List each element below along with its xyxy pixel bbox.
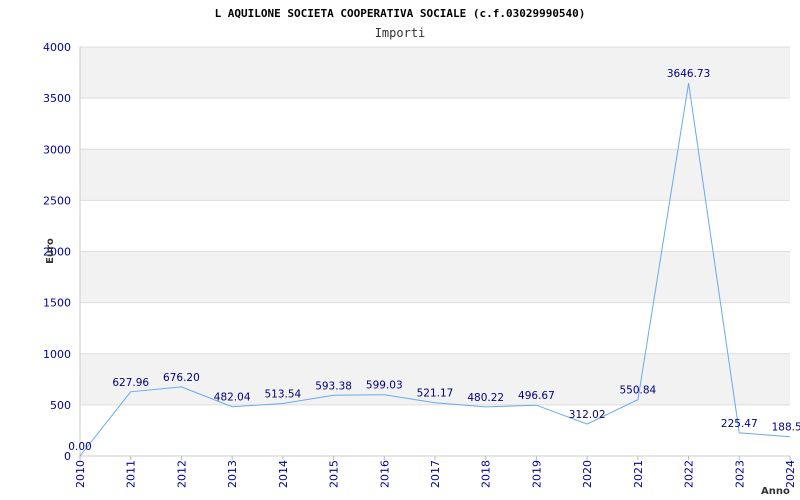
plot-band: [80, 404, 790, 456]
x-tick-label: 2021: [632, 460, 645, 488]
chart-title: L AQUILONE SOCIETA COOPERATIVA SOCIALE (…: [215, 7, 586, 20]
plot-band: [80, 149, 790, 201]
data-label: 188.58: [772, 422, 800, 434]
x-tick-label: 2022: [683, 460, 696, 488]
data-label: 521.17: [417, 388, 454, 400]
data-label: 513.54: [264, 388, 301, 400]
y-tick-label: 3500: [43, 92, 71, 105]
chart-subtitle: Importi: [375, 26, 426, 40]
data-label: 312.02: [569, 409, 606, 421]
plot-band: [80, 200, 790, 252]
x-tick-label: 2010: [74, 460, 87, 488]
x-tick-label: 2016: [378, 460, 391, 488]
x-tick-label: 2011: [125, 460, 138, 488]
x-tick-label: 2017: [429, 460, 442, 488]
data-label: 225.47: [721, 418, 758, 430]
y-tick-label: 500: [50, 399, 71, 412]
y-tick-label: 1000: [43, 348, 71, 361]
data-label: 550.84: [619, 385, 656, 397]
x-tick-label: 2014: [277, 460, 290, 488]
x-tick-label: 2018: [480, 460, 493, 488]
data-label: 482.04: [214, 392, 251, 404]
data-label: 599.03: [366, 380, 403, 392]
y-axis-title: Euro: [45, 238, 56, 264]
x-tick-label: 2024: [784, 460, 797, 488]
y-tick-label: 4000: [43, 41, 71, 54]
data-label: 496.67: [518, 390, 555, 402]
data-label: 627.96: [112, 377, 149, 389]
plot-band: [80, 302, 790, 354]
y-tick-label: 3000: [43, 143, 71, 156]
data-label: 676.20: [163, 372, 200, 384]
data-label: 480.22: [467, 392, 504, 404]
y-tick-label: 1500: [43, 297, 71, 310]
x-tick-label: 2012: [175, 460, 188, 488]
x-tick-label: 2019: [530, 460, 543, 488]
data-label: 3646.73: [667, 68, 710, 80]
x-axis-title: Anno: [761, 486, 790, 497]
x-axis-ticks: 2010 2011 2012 2013 2014 2015 2016 2017 2018 2019…: [74, 456, 797, 488]
x-tick-label: 2015: [328, 460, 341, 488]
x-tick-label: 2013: [226, 460, 239, 488]
y-tick-label: 2500: [43, 194, 71, 207]
line-chart: L AQUILONE SOCIETA COOPERATIVA SOCIALE (…: [43, 7, 800, 497]
data-label: 593.38: [315, 380, 352, 392]
data-label: 0.00: [68, 441, 91, 453]
plot-band: [80, 98, 790, 150]
x-tick-label: 2020: [581, 460, 594, 488]
x-tick-label: 2023: [733, 460, 746, 488]
plot-band: [80, 251, 790, 303]
